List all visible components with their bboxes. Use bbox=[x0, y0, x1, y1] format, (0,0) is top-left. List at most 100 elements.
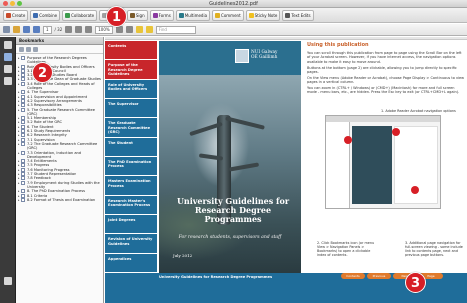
multimedia-button[interactable]: Multimedia bbox=[175, 9, 211, 21]
options-icon[interactable] bbox=[19, 46, 24, 52]
combine-button[interactable]: Combine bbox=[30, 9, 61, 21]
contents-button[interactable]: Contents bbox=[341, 273, 365, 279]
cover-date: July 2012 bbox=[173, 253, 193, 258]
toolbar-button-label: Collaborate bbox=[71, 12, 95, 18]
section-tab[interactable]: Purpose of the Research Degree Guideline… bbox=[105, 60, 157, 79]
section-tab[interactable]: Appendices bbox=[105, 253, 157, 272]
navigation-pane-strip bbox=[0, 37, 16, 303]
zoom-in-icon[interactable] bbox=[85, 26, 93, 33]
sticky-note-button[interactable]: Sticky Note bbox=[245, 9, 281, 21]
bookmark-item[interactable]: ▸ 8.2 Format of Thesis and Examination bbox=[18, 197, 103, 202]
forms-icon bbox=[152, 12, 158, 18]
footer-title: University Guidelines for Research Degre… bbox=[159, 275, 273, 279]
bookmark-page-icon bbox=[21, 197, 25, 202]
caption-navigation-options: 1. Adobe Reader Acrobat navigation optio… bbox=[381, 109, 456, 113]
comments-icon[interactable] bbox=[4, 77, 12, 85]
toolbar-button-label: Combine bbox=[39, 12, 58, 18]
bookmark-page-icon bbox=[21, 150, 25, 155]
sign-button[interactable]: Sign bbox=[126, 9, 148, 21]
fit-page-icon[interactable] bbox=[115, 26, 123, 33]
bookmark-label: 7.2 The Graduate Research Committee (GRC… bbox=[27, 141, 98, 151]
toolbar-button-label: Create bbox=[12, 12, 26, 18]
delete-bookmark-icon[interactable] bbox=[26, 46, 31, 52]
section-tab[interactable]: Contents bbox=[105, 41, 157, 60]
section-tab[interactable]: Joint Degrees bbox=[105, 215, 157, 234]
callout-1: 1 bbox=[106, 6, 127, 27]
highlight-icon[interactable] bbox=[135, 26, 143, 33]
find-input[interactable]: Find bbox=[155, 25, 196, 34]
previous-page-icon[interactable] bbox=[23, 26, 30, 33]
comment-button[interactable]: Comment bbox=[212, 9, 244, 21]
bookmark-page-icon bbox=[21, 141, 25, 146]
section-tab[interactable]: Role of University Bodies and Officers bbox=[105, 79, 157, 98]
section-tab[interactable]: Masters Examination Process bbox=[105, 176, 157, 195]
collaborate-button[interactable]: Collaborate bbox=[62, 9, 98, 21]
next-page-icon[interactable] bbox=[33, 26, 40, 33]
bookmark-item[interactable]: ▸ 5. The Graduate Research Committee (GRC… bbox=[18, 107, 103, 117]
bookmark-label: 7.3 Orientation, Induction and Developme… bbox=[27, 150, 82, 159]
caption-fullscreen: 3. Additional page navigation for full-s… bbox=[405, 241, 463, 257]
bookmarks-icon[interactable] bbox=[4, 53, 12, 61]
main-toolbar: CreateCombineCollaborateSecureSignFormsM… bbox=[0, 8, 467, 23]
section-tab[interactable]: The Student bbox=[105, 137, 157, 156]
comment-icon bbox=[215, 12, 221, 18]
text-edit-icon bbox=[285, 12, 291, 18]
bookmark-item[interactable]: ▸ 7.3 Orientation, Induction and Developm… bbox=[18, 150, 103, 160]
zoom-out-icon[interactable] bbox=[75, 26, 83, 33]
hand-tool-icon[interactable] bbox=[65, 26, 73, 33]
fit-width-icon[interactable] bbox=[125, 26, 133, 33]
instructions-paragraph: You can scroll through this publication … bbox=[307, 51, 462, 64]
bookmark-item[interactable]: ▸ 7.9 Employment during Studies with the … bbox=[18, 180, 103, 190]
bookmarks-list: ▸Purpose of the Research Degrees Guideli… bbox=[16, 54, 103, 202]
previous-button[interactable]: Previous bbox=[367, 273, 391, 279]
bookmark-item[interactable]: ▸ 3.4 Role of the Colleges and Heads of C… bbox=[18, 81, 103, 91]
section-tab[interactable]: The PhD Examination Process bbox=[105, 157, 157, 176]
tree-branch bbox=[225, 116, 265, 130]
page-number-input[interactable]: 1 bbox=[43, 25, 52, 34]
section-tab[interactable]: The Graduate Research Committee (GRC) bbox=[105, 118, 157, 137]
section-tab[interactable]: Revision of University Guidelines bbox=[105, 234, 157, 253]
create-button[interactable]: Create bbox=[3, 9, 29, 21]
combine-icon bbox=[33, 12, 39, 18]
bookmark-page-icon bbox=[21, 81, 25, 86]
attachments-icon[interactable] bbox=[4, 65, 12, 73]
bookmark-item[interactable]: ▸ 7.2 The Graduate Research Committee (GR… bbox=[18, 141, 103, 151]
note-icon[interactable] bbox=[145, 26, 153, 33]
cover-subtitle: For research students, supervisors and s… bbox=[178, 235, 282, 240]
navigation-toolbar: 1 / 32 100% Find bbox=[0, 24, 467, 36]
bookmark-label: 7.9 Employment during Studies with the U… bbox=[27, 180, 100, 189]
bookmark-label: 3.4 Role of the Colleges and Heads of Co… bbox=[27, 81, 95, 91]
cover-page: NUI Galway OÉ Gaillimh University Guidel… bbox=[159, 41, 301, 273]
section-tab[interactable]: The Supervisor bbox=[105, 99, 157, 118]
print-icon[interactable] bbox=[3, 26, 10, 33]
bookmarks-title: Bookmarks bbox=[16, 37, 103, 45]
university-crest-icon bbox=[235, 49, 249, 63]
forms-button[interactable]: Forms bbox=[149, 9, 174, 21]
callout-3: 3 bbox=[405, 272, 426, 293]
page-thumbnails-icon[interactable] bbox=[4, 41, 12, 49]
create-icon bbox=[6, 12, 11, 18]
instructions-page: Using this publication You can scroll th… bbox=[303, 41, 467, 273]
toolbar-button-label: Forms bbox=[158, 12, 171, 18]
page-ruler bbox=[105, 37, 467, 40]
text-edits-button[interactable]: Text Edits bbox=[282, 9, 314, 21]
bookmark-label: 8.2 Format of Thesis and Examination bbox=[27, 197, 96, 202]
page-total: / 32 bbox=[54, 27, 63, 32]
email-icon[interactable] bbox=[13, 26, 20, 33]
toolbar-button-label: Sign bbox=[135, 12, 145, 18]
new-bookmark-icon[interactable] bbox=[33, 46, 38, 52]
zoom-level-select[interactable]: 100% bbox=[95, 25, 113, 34]
institution-name: NUI Galway OÉ Gaillimh bbox=[251, 50, 278, 60]
film-icon bbox=[178, 12, 184, 18]
collaborate-icon bbox=[65, 12, 71, 18]
section-tabs: Contents Purpose of the Research Degree G… bbox=[105, 41, 159, 303]
bookmark-page-icon bbox=[21, 180, 25, 185]
caption-bookmarks: 2. Click Bookmarks icon (or menu View > … bbox=[317, 241, 375, 257]
bookmark-item[interactable]: ▸Purpose of the Research Degrees Guideli… bbox=[18, 56, 103, 65]
section-tab[interactable]: Research Master's Examination Process bbox=[105, 195, 157, 214]
cover-photo bbox=[159, 75, 301, 273]
window-title: Guidelines2012.pdf bbox=[209, 1, 258, 7]
tree-branch bbox=[228, 162, 260, 172]
bookmark-page-icon bbox=[21, 56, 25, 60]
layers-icon[interactable] bbox=[4, 277, 12, 285]
